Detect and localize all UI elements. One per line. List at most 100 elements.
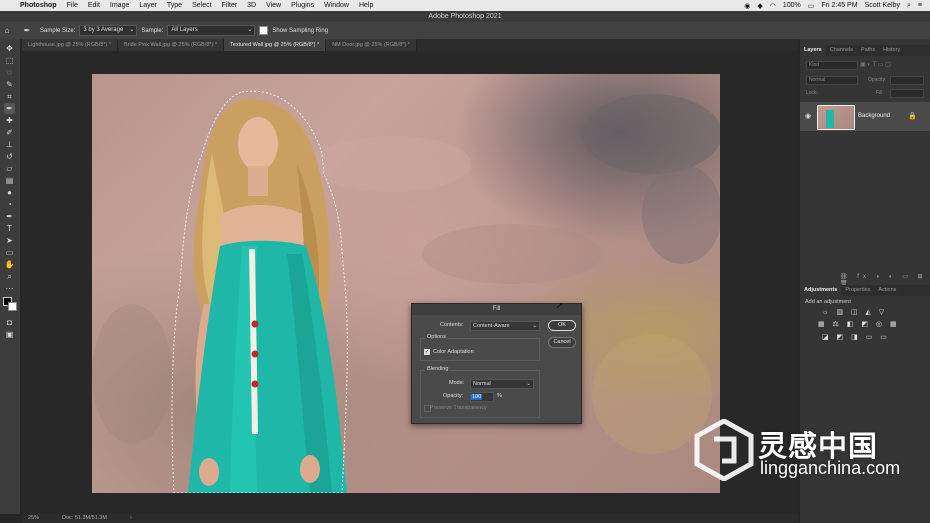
lock-label: Lock: — [806, 90, 818, 96]
control-center-icon[interactable]: ≡ — [918, 2, 922, 9]
tools-panel: ✥ ⬚ ◌ ✎ ⌗ ✒ ✚ ✐ ⊥ ↺ ▱ ▤ ● ◔ ✒ T ➤ ▭ ✋ ⌕ … — [0, 39, 20, 514]
quick-mask-icon[interactable]: ◘ — [4, 317, 15, 328]
add-adjustment-label: Add an adjustment — [805, 299, 851, 305]
menu-filter[interactable]: Filter — [222, 2, 238, 9]
blend-mode-value: Normal — [809, 77, 826, 83]
eyedropper-preset-icon[interactable]: ✒ — [18, 26, 36, 35]
layer-filter-icons[interactable]: ▣ ◐ T ▭ ▢ — [860, 61, 891, 68]
tab-nm-door[interactable]: NM Door.jpg @ 25% (RGB/8*) * — [326, 39, 417, 51]
layer-kind-filter[interactable]: Kind — [806, 61, 858, 70]
mouse-cursor-icon: ➚ — [556, 300, 564, 310]
tab-properties[interactable]: Properties — [841, 285, 874, 296]
tab-paths[interactable]: Paths — [857, 45, 879, 56]
menubar-user[interactable]: Scott Kelby — [865, 2, 900, 9]
blend-mode-select[interactable]: Normal — [806, 76, 858, 85]
crop-tool-icon[interactable]: ⌗ — [4, 91, 15, 102]
menu-layer[interactable]: Layer — [139, 2, 157, 9]
adjustment-icons-row-1[interactable]: ☼ ▥ ◫ ◭ ▽ — [822, 308, 887, 316]
tab-textured-wall[interactable]: Textured Wall.jpg @ 25% (RGB/8*) * — [224, 39, 327, 51]
clone-stamp-tool-icon[interactable]: ⊥ — [4, 139, 15, 150]
color-adaptation-checkbox[interactable]: ✓ — [424, 349, 430, 355]
contents-label: Contents: — [440, 322, 464, 328]
layer-row-background[interactable]: ◉ Background 🔒 — [800, 102, 930, 131]
battery-icon[interactable]: ▭ — [808, 2, 815, 10]
menu-select[interactable]: Select — [192, 2, 211, 9]
watermark: 灵感中国 lingganchina.com — [694, 415, 914, 485]
lasso-tool-icon[interactable]: ◌ — [4, 67, 15, 78]
photo-woman-teal-dress — [92, 90, 720, 493]
tab-channels[interactable]: Channels — [826, 45, 857, 56]
opacity-input[interactable]: 100 — [470, 392, 494, 402]
document-tabs: Lighthouse.jpg @ 25% (RGB/8*) * Bride Pi… — [22, 39, 798, 51]
opacity-value: 100 — [471, 394, 483, 400]
brush-tool-icon[interactable]: ✐ — [4, 127, 15, 138]
opacity-field[interactable] — [890, 76, 924, 85]
blur-tool-icon[interactable]: ● — [4, 187, 15, 198]
path-selection-tool-icon[interactable]: ➤ — [4, 235, 15, 246]
opacity-label: Opacity: — [443, 393, 464, 399]
pen-tool-icon[interactable]: ✒ — [4, 211, 15, 222]
menu-image[interactable]: Image — [110, 2, 129, 9]
rectangle-tool-icon[interactable]: ▭ — [4, 247, 15, 258]
history-brush-tool-icon[interactable]: ↺ — [4, 151, 15, 162]
document-canvas[interactable] — [92, 74, 720, 493]
menu-edit[interactable]: Edit — [88, 2, 100, 9]
tab-history[interactable]: History — [879, 45, 904, 56]
menu-app-name[interactable]: Photoshop — [20, 2, 57, 9]
menu-window[interactable]: Window — [324, 2, 349, 9]
zoom-tool-icon[interactable]: ⌕ — [4, 271, 15, 282]
options-bar: ⌂ ✒ Sample Size: 3 by 3 Average ⌄ Sample:… — [0, 22, 930, 40]
fill-field[interactable] — [890, 89, 924, 98]
type-tool-icon[interactable]: T — [4, 223, 15, 234]
tab-lighthouse[interactable]: Lighthouse.jpg @ 25% (RGB/8*) * — [22, 39, 118, 51]
cancel-button[interactable]: Cancel — [548, 337, 576, 348]
tab-actions[interactable]: Actions — [874, 285, 900, 296]
menu-type[interactable]: Type — [167, 2, 182, 9]
menu-plugins[interactable]: Plugins — [291, 2, 314, 9]
menu-file[interactable]: File — [67, 2, 78, 9]
more-tools-icon[interactable]: ⋯ — [4, 283, 15, 294]
contents-select[interactable]: Content-Aware ⌄ — [470, 321, 540, 331]
gradient-tool-icon[interactable]: ▤ — [4, 175, 15, 186]
lock-icon[interactable]: 🔒 — [908, 112, 917, 120]
tab-layers[interactable]: Layers — [800, 45, 826, 56]
move-tool-icon[interactable]: ✥ — [4, 43, 15, 54]
dropbox-icon[interactable]: ◆ — [757, 2, 762, 10]
eyedropper-tool-icon[interactable]: ✒ — [4, 103, 15, 114]
layer-name[interactable]: Background — [858, 113, 890, 119]
sample-select[interactable]: All Layers ⌄ — [167, 25, 256, 36]
wifi-icon[interactable]: ◠ — [770, 2, 776, 10]
eye-icon[interactable]: ◉ — [805, 112, 811, 120]
marquee-tool-icon[interactable]: ⬚ — [4, 55, 15, 66]
menu-help[interactable]: Help — [359, 2, 373, 9]
background-color-swatch[interactable] — [8, 302, 17, 311]
menubar-time[interactable]: Fri 2:45 PM — [821, 2, 857, 9]
tab-adjustments[interactable]: Adjustments — [800, 285, 842, 296]
screen-mode-icon[interactable]: ▣ — [4, 329, 15, 340]
opacity-label: Opacity: — [868, 77, 887, 83]
quick-select-tool-icon[interactable]: ✎ — [4, 79, 15, 90]
menu-3d[interactable]: 3D — [247, 2, 256, 9]
zoom-level[interactable]: 25% — [28, 514, 39, 523]
chevron-right-icon[interactable]: › — [130, 514, 132, 523]
adjustment-icons-row-3[interactable]: ◪ ◩ ◨ ▭ ▭ — [822, 333, 890, 341]
hand-tool-icon[interactable]: ✋ — [4, 259, 15, 270]
adjustment-icons-row-2[interactable]: ▦ ⚖ ◧ ◩ ◎ ▦ — [818, 320, 900, 328]
battery-percent: 100% — [782, 2, 801, 9]
mode-select[interactable]: Normal ⌄ — [470, 379, 534, 389]
chevron-down-icon: ⌄ — [526, 381, 531, 387]
home-icon[interactable]: ⌂ — [0, 26, 14, 35]
spotlight-icon[interactable]: ⌕ — [907, 2, 911, 10]
sample-size-select[interactable]: 3 by 3 Average ⌄ — [79, 25, 138, 36]
creative-cloud-icon[interactable]: ◉ — [744, 2, 750, 10]
ok-button[interactable]: OK — [548, 320, 576, 331]
dodge-tool-icon[interactable]: ◔ — [4, 199, 15, 210]
tab-bride-pink-wall[interactable]: Bride Pink Wall.jpg @ 25% (RGB/8*) * — [117, 39, 225, 51]
healing-brush-tool-icon[interactable]: ✚ — [4, 115, 15, 126]
eraser-tool-icon[interactable]: ▱ — [4, 163, 15, 174]
menu-view[interactable]: View — [266, 2, 281, 9]
status-bar: 25% Doc: 51.3M/51.3M › — [22, 514, 798, 523]
watermark-logo-icon — [694, 419, 754, 481]
show-sampling-ring-checkbox[interactable] — [259, 26, 269, 35]
chevron-down-icon: ⌄ — [129, 27, 135, 33]
